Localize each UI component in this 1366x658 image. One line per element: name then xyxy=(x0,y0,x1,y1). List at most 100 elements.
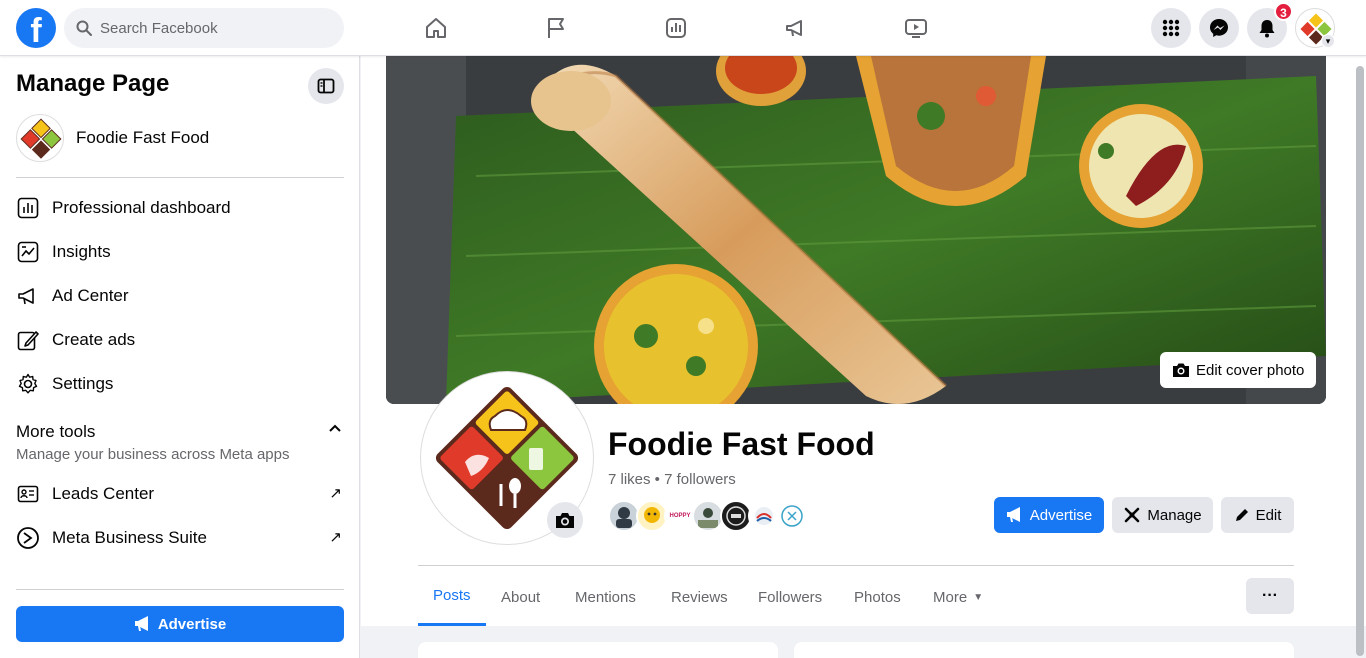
tab-mentions[interactable]: Mentions xyxy=(559,568,652,626)
grid-menu-icon xyxy=(1162,19,1180,37)
sidebar-item-insights[interactable]: Insights xyxy=(16,232,344,272)
follower-avatar[interactable] xyxy=(776,500,808,532)
camera-icon xyxy=(1173,363,1189,377)
messenger-icon xyxy=(1210,19,1228,37)
likes-followers-count[interactable]: 7 likes • 7 followers xyxy=(608,471,736,488)
nav-home[interactable] xyxy=(416,8,456,48)
tab-label: About xyxy=(501,588,541,606)
search-input[interactable] xyxy=(100,19,320,37)
flag-icon xyxy=(548,18,564,38)
sidebar-divider xyxy=(16,589,344,590)
external-link-icon: ↗ xyxy=(329,529,342,546)
notifications-button[interactable]: 3 xyxy=(1247,2,1293,48)
sidebar-item-label: Ad Center xyxy=(52,286,129,305)
notification-badge: 3 xyxy=(1274,2,1293,21)
megaphone-icon xyxy=(1006,507,1020,522)
top-navigation-bar: f 3 xyxy=(0,0,1366,56)
page-title: Foodie Fast Food xyxy=(608,426,875,462)
manage-button-label: Manage xyxy=(1147,506,1202,524)
nav-dashboard[interactable] xyxy=(656,8,696,48)
update-profile-picture-button[interactable] xyxy=(547,502,583,538)
watch-icon xyxy=(905,19,927,38)
sidebar-item-professional-dashboard[interactable]: Professional dashboard xyxy=(16,188,344,228)
page-name: Foodie Fast Food xyxy=(76,128,210,147)
external-link-icon: ↗ xyxy=(329,485,342,502)
manage-page-sidebar: Manage Page Foodie Fast Food Professiona… xyxy=(0,56,360,658)
tab-label: Mentions xyxy=(575,588,636,606)
advertise-label: Advertise xyxy=(157,615,227,633)
tab-label: Photos xyxy=(854,588,901,606)
megaphone-icon xyxy=(786,20,802,37)
gear-icon xyxy=(16,372,40,396)
advertise-button[interactable]: Advertise xyxy=(994,497,1104,533)
sidebar-item-label: Leads Center xyxy=(52,484,155,503)
tab-posts[interactable]: Posts xyxy=(418,568,486,626)
camera-icon xyxy=(556,513,574,528)
sidebar-item-label: Professional dashboard xyxy=(52,198,231,217)
search-icon xyxy=(76,20,92,36)
sidebar-item-meta-business-suite[interactable]: Meta Business Suite ↗ xyxy=(16,518,344,558)
menu-button[interactable] xyxy=(1151,8,1191,48)
page-main-content: Edit cover photo Foodie Fast Food 7 like… xyxy=(361,56,1366,658)
foodie-logo-icon xyxy=(20,118,62,159)
pencil-icon xyxy=(1235,509,1248,521)
follower-avatar-text: HOPPY xyxy=(669,513,691,519)
sidebar-divider xyxy=(16,177,344,178)
tab-label: Reviews xyxy=(671,588,728,606)
sidebar-item-label: Meta Business Suite xyxy=(52,528,207,547)
sidebar-item-leads-center[interactable]: Leads Center ↗ xyxy=(16,474,344,514)
chevron-up-icon[interactable] xyxy=(328,422,342,441)
cover-photo[interactable]: Edit cover photo xyxy=(386,56,1326,404)
nav-ad-center[interactable] xyxy=(776,8,816,48)
sidebar-item-ad-center[interactable]: Ad Center xyxy=(16,276,344,316)
nav-watch[interactable] xyxy=(896,8,936,48)
facebook-logo-letter: f xyxy=(30,12,42,48)
tools-icon xyxy=(1125,507,1140,523)
page-avatar xyxy=(16,114,64,162)
current-page-selector[interactable]: Foodie Fast Food xyxy=(16,114,209,162)
megaphone-icon xyxy=(16,284,40,308)
tabs-divider xyxy=(418,565,1294,566)
more-tools-subtitle: Manage your business across Meta apps xyxy=(16,446,290,463)
id-card-icon xyxy=(16,482,40,506)
messenger-button[interactable] xyxy=(1199,8,1239,48)
create-post-card xyxy=(794,642,1294,658)
edit-cover-photo-button[interactable]: Edit cover photo xyxy=(1160,352,1317,388)
ellipsis-icon: ··· xyxy=(1262,587,1278,604)
sidebar-collapse-icon xyxy=(317,78,335,94)
manage-button[interactable]: Manage xyxy=(1112,497,1213,533)
page-scrollbar[interactable] xyxy=(1356,66,1364,656)
edit-page-button[interactable]: Edit xyxy=(1221,497,1294,533)
sidebar-item-label: Create ads xyxy=(52,330,136,349)
megaphone-icon xyxy=(134,616,148,631)
edit-cover-label: Edit cover photo xyxy=(1196,361,1305,379)
tab-followers[interactable]: Followers xyxy=(742,568,838,626)
meta-icon xyxy=(16,526,40,550)
nav-pages[interactable] xyxy=(536,8,576,48)
tab-reviews[interactable]: Reviews xyxy=(655,568,744,626)
more-options-button[interactable]: ··· xyxy=(1246,578,1294,614)
collapse-sidebar-button[interactable] xyxy=(308,68,344,104)
caret-down-icon: ▼ xyxy=(973,591,984,603)
bell-icon xyxy=(1259,20,1275,38)
sidebar-item-create-ads[interactable]: Create ads xyxy=(16,320,344,360)
sidebar-item-settings[interactable]: Settings xyxy=(16,364,344,404)
pencil-icon xyxy=(16,328,40,352)
home-icon xyxy=(426,18,446,38)
sidebar-title: Manage Page xyxy=(16,70,170,97)
search-box[interactable] xyxy=(64,8,344,48)
facebook-logo[interactable]: f xyxy=(16,8,56,48)
sidebar-item-label: Insights xyxy=(52,242,111,261)
tab-more[interactable]: More ▼ xyxy=(917,568,999,626)
tab-label: Posts xyxy=(433,587,471,604)
account-menu-chevron-icon[interactable]: ▾ xyxy=(1321,34,1335,48)
tab-about[interactable]: About xyxy=(485,568,556,626)
more-tools-heading[interactable]: More tools xyxy=(16,422,95,442)
sidebar-advertise-button[interactable]: Advertise xyxy=(16,606,344,642)
dashboard-icon xyxy=(666,18,686,38)
advertise-button-label: Advertise xyxy=(1029,506,1093,524)
tab-photos[interactable]: Photos xyxy=(838,568,917,626)
insights-icon xyxy=(16,240,40,264)
dashboard-icon xyxy=(16,196,40,220)
tab-label: More xyxy=(933,588,968,606)
